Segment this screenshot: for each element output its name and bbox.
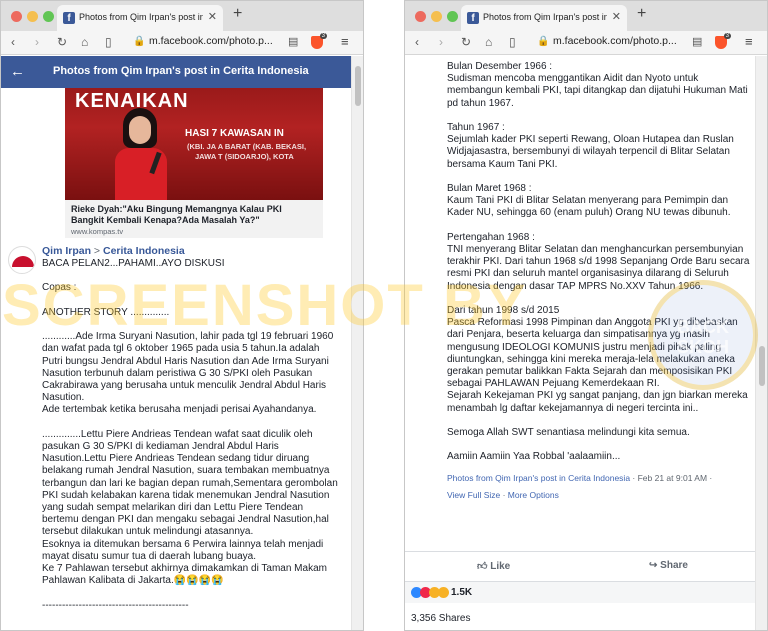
new-tab-icon[interactable]: + <box>637 5 646 23</box>
menu-icon[interactable]: ≡ <box>341 34 349 49</box>
lock-icon: 🔒 <box>537 36 550 47</box>
reaction-summary[interactable]: 1.5K <box>405 581 757 603</box>
left-browser-window: f Photos from Qim Irpan's post in C ✕ + … <box>0 0 364 631</box>
close-window-button[interactable] <box>415 11 426 22</box>
post-paragraph: BACA PELAN2...PAHAMI..AYO DISKUSI <box>42 258 225 269</box>
caption-source: www.kompas.tv <box>71 227 124 236</box>
home-icon[interactable]: ⌂ <box>485 35 492 49</box>
post-paragraph: ----------------------------------------… <box>42 599 189 611</box>
facebook-favicon-icon: f <box>63 12 75 24</box>
reader-mode-icon[interactable]: ▤ <box>288 35 298 48</box>
caption-title: Rieke Dyah:"Aku Bingung Memangnya Kalau … <box>71 204 282 225</box>
right-browser-window: f Photos from Qim Irpan's post in C ✕ + … <box>404 0 768 631</box>
reaction-count: 1.5K <box>451 587 473 598</box>
shared-image[interactable]: KENAIKAN HASI 7 KAWASAN IN (KBI. JA A BA… <box>65 88 323 238</box>
lock-icon: 🔒 <box>133 36 146 47</box>
post-body: BACA PELAN2...PAHAMI..AYO DISKUSI Copas … <box>42 258 342 624</box>
post-meta: Photos from Qim Irpan's post in Cerita I… <box>447 472 751 485</box>
back-arrow-icon[interactable]: ← <box>10 63 25 80</box>
shield-count-badge: 3 <box>319 33 327 39</box>
tab-title: Photos from Qim Irpan's post in C <box>79 12 203 22</box>
share-icon: ↪ <box>649 560 661 571</box>
album-link[interactable]: Photos from Qim Irpan's post in Cerita I… <box>447 473 630 483</box>
maximize-window-button[interactable] <box>447 11 458 22</box>
bookmark-icon[interactable]: ▯ <box>509 35 516 49</box>
post-paragraph: ANOTHER STORY .............. <box>42 306 170 318</box>
reload-icon[interactable]: ↻ <box>461 35 471 49</box>
post-paragraph: Dari tahun 1998 s/d 2015 Pasca Reformasi… <box>447 305 748 414</box>
reload-icon[interactable]: ↻ <box>57 35 67 49</box>
page-title: Photos from Qim Irpan's post in Cerita I… <box>53 65 309 77</box>
share-button[interactable]: ↪ Share <box>649 560 688 571</box>
banner-line: (KBI. JA A BARAT (KAB. BEKASI, <box>187 142 307 151</box>
more-options-link[interactable]: More Options <box>508 490 559 500</box>
facebook-favicon-icon: f <box>467 12 479 24</box>
maximize-window-button[interactable] <box>43 11 54 22</box>
url-bar[interactable]: m.facebook.com/photo.p... <box>553 35 677 47</box>
speaker-figure <box>115 108 167 200</box>
browser-toolbar: ‹ › ↻ ⌂ ▯ 🔒 m.facebook.com/photo.p... ▤ … <box>1 31 363 55</box>
post-timestamp: · Feb 21 at 9:01 AM · <box>630 472 713 483</box>
tab-close-icon[interactable]: ✕ <box>208 10 217 23</box>
meta-separator: · <box>500 490 508 500</box>
banner-line: JAWA T (SIDOARJO), KOTA <box>195 152 294 161</box>
new-tab-icon[interactable]: + <box>233 5 242 23</box>
forward-icon[interactable]: › <box>35 35 39 49</box>
shield-count-badge: 3 <box>723 33 731 39</box>
tab-title: Photos from Qim Irpan's post in C <box>483 12 607 22</box>
back-icon[interactable]: ‹ <box>415 35 419 49</box>
post-author: Qim Irpan > Cerita Indonesia <box>42 245 185 257</box>
banner-subtext: HASI 7 KAWASAN IN <box>185 128 284 139</box>
news-photo[interactable]: KENAIKAN HASI 7 KAWASAN IN (KBI. JA A BA… <box>65 88 323 200</box>
back-icon[interactable]: ‹ <box>11 35 15 49</box>
author-link[interactable]: Qim Irpan <box>42 245 91 257</box>
image-caption[interactable]: Rieke Dyah:"Aku Bingung Memangnya Kalau … <box>65 200 323 238</box>
post-paragraph: ..............Lettu Piere Andrieas Tende… <box>42 428 338 587</box>
tab-close-icon[interactable]: ✕ <box>612 10 621 23</box>
bookmark-icon[interactable]: ▯ <box>105 35 112 49</box>
tab-bar: f Photos from Qim Irpan's post in C ✕ + <box>1 1 363 31</box>
sad-reaction-icon <box>438 587 449 598</box>
reader-mode-icon[interactable]: ▤ <box>692 35 702 48</box>
post-paragraph: Bulan Desember 1966 : Sudisman mencoba m… <box>447 61 748 109</box>
minimize-window-button[interactable] <box>27 11 38 22</box>
brave-shield-icon[interactable]: 3 <box>715 33 731 49</box>
post-paragraph: Tahun 1967 : Sejumlah kader PKI seperti … <box>447 122 734 170</box>
share-count[interactable]: 3,356 Shares <box>411 613 471 624</box>
url-bar[interactable]: m.facebook.com/photo.p... <box>149 35 273 47</box>
post-paragraph: Semoga Allah SWT senantiasa melindungi k… <box>447 427 690 439</box>
view-full-size-link[interactable]: View Full Size <box>447 490 500 500</box>
browser-tab[interactable]: f Photos from Qim Irpan's post in C ✕ <box>57 5 223 31</box>
like-label: Like <box>490 561 511 572</box>
post-paragraph: Copas : <box>42 282 77 294</box>
post-paragraph: Aamiin Aamiin Yaa Robbal 'aalaamiin... <box>447 451 621 463</box>
group-link[interactable]: Cerita Indonesia <box>103 245 185 257</box>
menu-icon[interactable]: ≡ <box>745 34 753 49</box>
browser-toolbar: ‹ › ↻ ⌂ ▯ 🔒 m.facebook.com/photo.p... ▤ … <box>405 31 767 55</box>
avatar[interactable] <box>8 246 36 274</box>
breadcrumb-separator: > <box>91 245 103 257</box>
scrollbar[interactable] <box>755 56 767 630</box>
post-actions: 👍︎ Like ↪ Share <box>405 551 757 581</box>
scrollbar-thumb[interactable] <box>355 66 361 106</box>
share-label: Share <box>660 560 688 571</box>
scrollbar-thumb[interactable] <box>759 346 765 386</box>
scrollbar[interactable] <box>351 56 363 630</box>
facebook-header: ← Photos from Qim Irpan's post in Cerita… <box>1 56 353 88</box>
forward-icon[interactable]: › <box>439 35 443 49</box>
thumbs-up-icon: 👍︎ <box>477 561 491 572</box>
photo-options: View Full Size · More Options <box>447 489 751 502</box>
tab-bar: f Photos from Qim Irpan's post in C ✕ + <box>405 1 767 31</box>
post-paragraph: ............Ade Irma Suryani Nasution, l… <box>42 331 334 416</box>
minimize-window-button[interactable] <box>431 11 442 22</box>
close-window-button[interactable] <box>11 11 22 22</box>
post-paragraph: Pertengahan 1968 : TNI menyerang Blitar … <box>447 231 750 292</box>
brave-shield-icon[interactable]: 3 <box>311 33 327 49</box>
browser-tab[interactable]: f Photos from Qim Irpan's post in C ✕ <box>461 5 627 31</box>
post: Qim Irpan > Cerita Indonesia BACA PELAN2… <box>1 238 353 630</box>
home-icon[interactable]: ⌂ <box>81 35 88 49</box>
post-body: Bulan Desember 1966 : Sudisman mencoba m… <box>447 61 751 502</box>
like-button[interactable]: 👍︎ Like <box>477 560 510 572</box>
post-paragraph: Bulan Maret 1968 : Kaum Tani PKI di Blit… <box>447 183 731 219</box>
